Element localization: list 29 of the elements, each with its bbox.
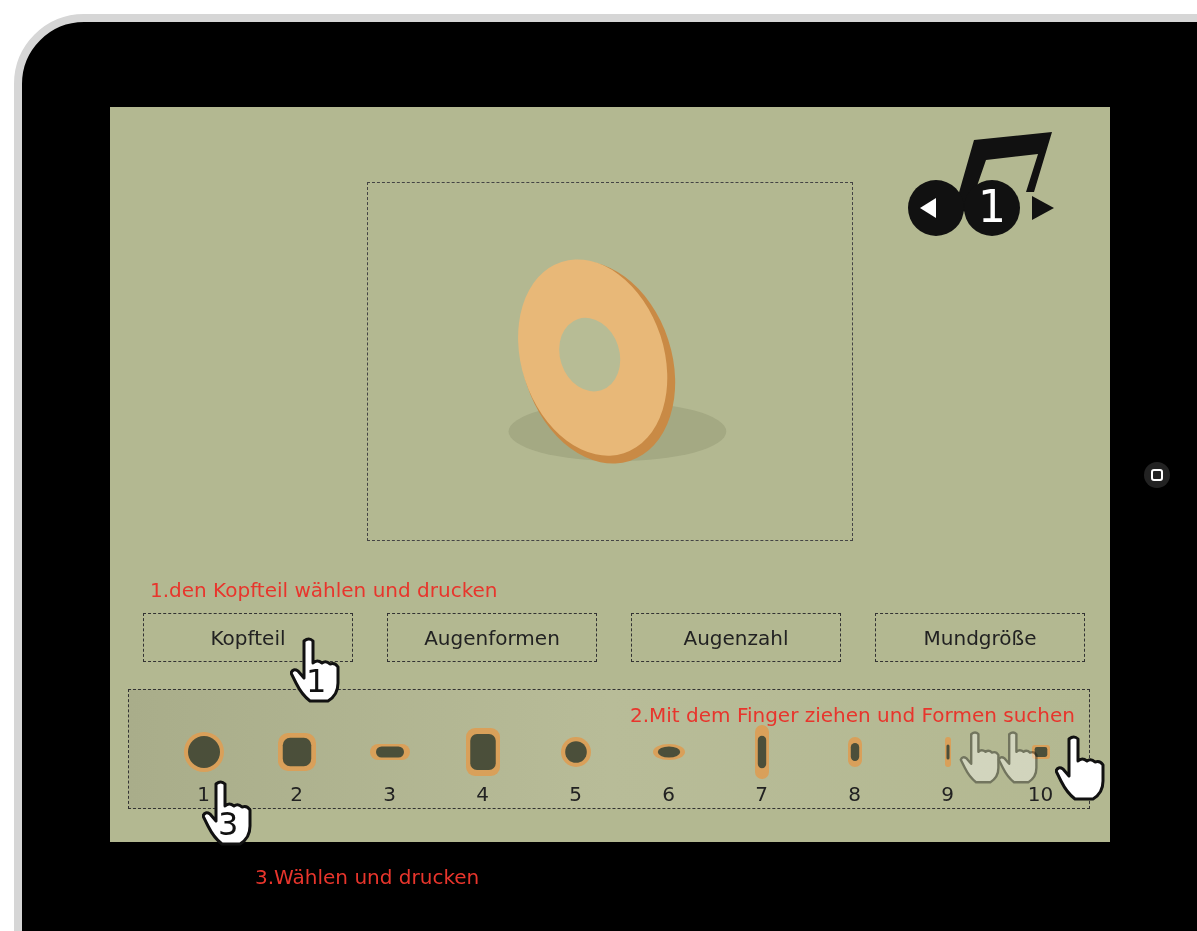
shape-icon[interactable] <box>560 737 591 767</box>
shape-icon[interactable] <box>944 737 951 767</box>
shape-icon[interactable] <box>183 732 224 772</box>
step-instruction: 3.Wählen und drucken <box>255 864 481 891</box>
shape-number: 9 <box>941 784 954 804</box>
step-instruction: 1.den Kopfteil wählen und drucken <box>150 577 499 604</box>
shape-icon[interactable] <box>754 725 769 779</box>
shape-icon[interactable] <box>465 728 500 776</box>
marker-number: 3 <box>218 808 239 840</box>
shape-number: 1 <box>197 784 210 804</box>
track-number: 1 <box>978 185 1006 229</box>
shape-icon[interactable] <box>847 737 862 767</box>
step-instruction: 2.Mit dem Finger ziehen und Formen suchen <box>629 702 1075 729</box>
shape-number: 2 <box>290 784 303 804</box>
category-button[interactable]: Mundgröße <box>875 613 1085 662</box>
shape-icon[interactable] <box>369 744 410 760</box>
shape-icon[interactable] <box>277 733 316 771</box>
home-button[interactable] <box>1144 461 1170 488</box>
shape-number: 6 <box>662 784 675 804</box>
shape-number: 5 <box>569 784 582 804</box>
shape-number: 4 <box>476 784 489 804</box>
category-button[interactable]: Augenzahl <box>631 613 841 662</box>
shape-number: 7 <box>755 784 768 804</box>
shape-number: 10 <box>1027 784 1054 804</box>
shape-icon[interactable] <box>652 744 685 760</box>
category-button[interactable]: Augenformen <box>387 613 597 662</box>
shape-number: 8 <box>848 784 861 804</box>
shape-number: 3 <box>383 784 396 804</box>
shape-icon[interactable] <box>1031 745 1050 759</box>
